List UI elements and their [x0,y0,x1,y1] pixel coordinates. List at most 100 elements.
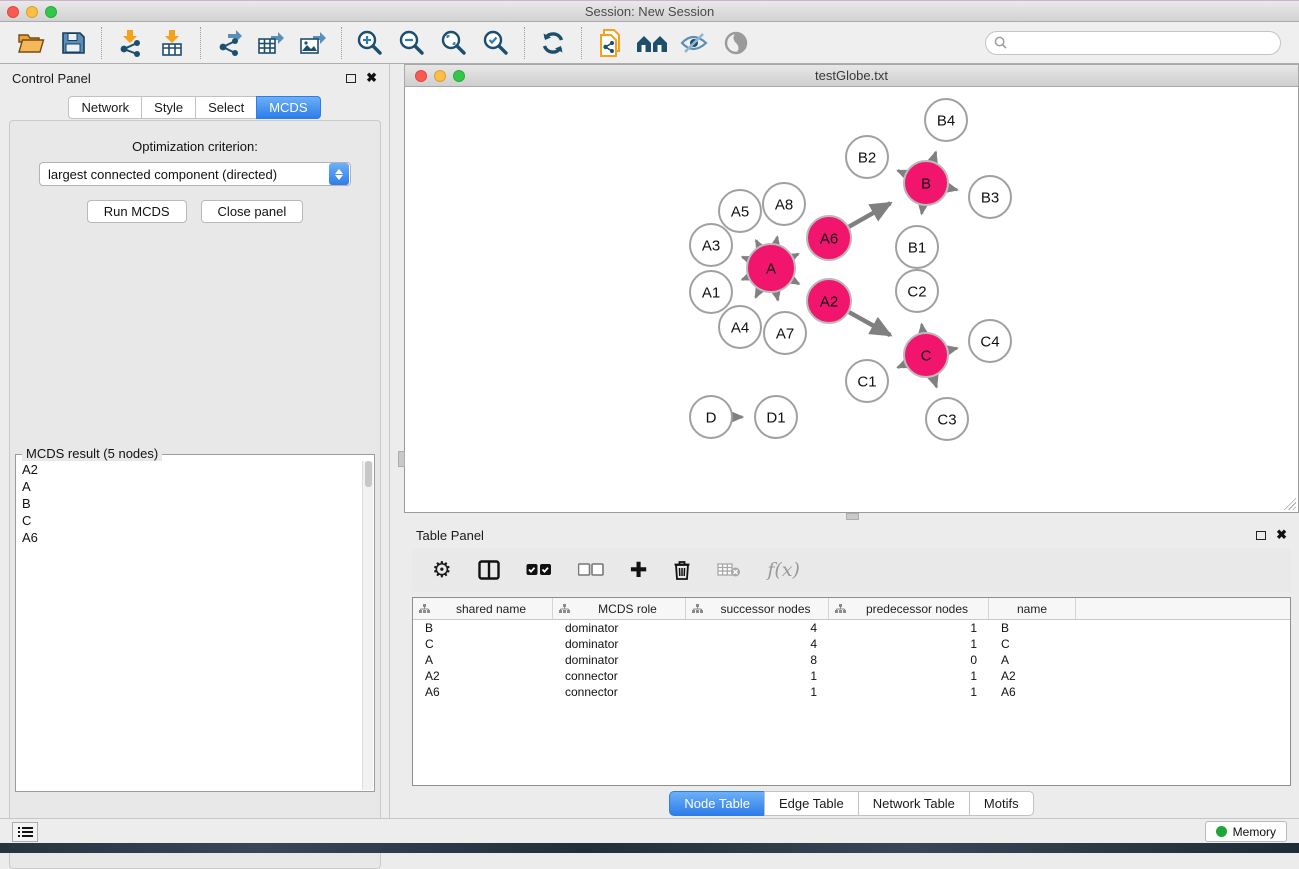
graph-node-C2[interactable]: C2 [896,270,938,312]
minimize-window-button[interactable] [26,6,38,18]
tab-network-table[interactable]: Network Table [858,791,969,816]
graph-edge-B-B3[interactable] [948,188,957,190]
import-network-icon[interactable] [109,26,151,60]
zoom-selected-icon[interactable] [475,26,517,60]
float-panel-icon[interactable] [346,74,356,83]
table-row[interactable]: A6connector11A6 [413,684,1290,700]
graph-node-B1[interactable]: B1 [896,226,938,268]
network-window-titlebar[interactable]: testGlobe.txt [404,64,1299,87]
table-row[interactable]: Cdominator41C [413,636,1290,652]
column-header-successor-nodes[interactable]: successor nodes [686,598,829,619]
criterion-select[interactable]: largest connected component (directed) [39,162,351,186]
graph-edge-A-A8[interactable] [776,237,777,244]
graph-node-C3[interactable]: C3 [926,398,968,440]
close-table-panel-icon[interactable]: ✖ [1276,530,1287,540]
graph-node-A3[interactable]: A3 [690,224,732,266]
graph-edge-C-C1[interactable] [898,364,905,367]
run-mcds-button[interactable]: Run MCDS [87,200,187,223]
show-columns-icon[interactable] [478,560,500,580]
hide-selected-icon[interactable] [673,26,715,60]
graph-edge-C-C3[interactable] [933,377,936,387]
float-table-panel-icon[interactable] [1256,531,1266,540]
table-row[interactable]: Bdominator41B [413,620,1290,636]
graph-node-A7[interactable]: A7 [764,312,806,354]
column-header-predecessor-nodes[interactable]: predecessor nodes [829,598,989,619]
network-minimize-button[interactable] [434,70,446,82]
show-graphics-details-icon[interactable] [715,26,757,60]
import-table-icon[interactable] [151,26,193,60]
result-item[interactable]: A6 [17,529,362,546]
graph-edge-A2-C[interactable] [849,312,890,335]
graph-edge-A-A7[interactable] [776,292,778,300]
column-header-MCDS-role[interactable]: MCDS role [553,598,686,619]
network-close-button[interactable] [415,70,427,82]
new-network-from-selection-icon[interactable] [589,26,631,60]
vertical-scroll-thumb[interactable] [398,451,405,467]
graph-edge-A6-B[interactable] [849,203,890,226]
select-all-icon[interactable] [526,563,552,577]
open-file-icon[interactable] [10,26,52,60]
close-panel-button[interactable]: Close panel [201,200,304,223]
result-scrollbar[interactable] [362,461,373,790]
graph-node-B[interactable]: B [904,161,948,205]
graph-edge-B-B4[interactable] [933,152,936,161]
memory-button[interactable]: Memory [1205,821,1287,842]
zoom-out-icon[interactable] [391,26,433,60]
network-zoom-button[interactable] [453,70,465,82]
graph-node-D1[interactable]: D1 [755,396,797,438]
graph-node-A1[interactable]: A1 [690,271,732,313]
delete-column-icon[interactable] [673,560,691,581]
column-header-shared-name[interactable]: shared name [413,598,553,619]
tab-mcds[interactable]: MCDS [256,96,320,119]
tab-style[interactable]: Style [141,96,195,119]
graph-edge-A-A2[interactable] [793,280,799,284]
add-column-icon[interactable]: ✚ [630,558,648,582]
graph-edge-A-A5[interactable] [756,241,759,247]
column-header-name[interactable]: name [989,598,1076,619]
zoom-fit-icon[interactable] [433,26,475,60]
graph-edge-B-B2[interactable] [898,171,905,174]
tab-network[interactable]: Network [68,96,141,119]
refresh-icon[interactable] [532,26,574,60]
graph-edge-A-A6[interactable] [793,254,798,257]
close-window-button[interactable] [7,6,19,18]
result-item[interactable]: B [17,495,362,512]
result-item[interactable]: A2 [17,461,362,478]
graph-node-A8[interactable]: A8 [763,183,805,225]
network-canvas[interactable]: B4B2BB3A5A8A6A3B1AA1A2C2A4A7C4CC1C3DD1 [404,87,1299,513]
graph-edge-A-A3[interactable] [742,257,747,259]
graph-edge-C-C4[interactable] [948,348,957,350]
tab-node-table[interactable]: Node Table [669,791,764,816]
task-history-button[interactable] [12,822,38,842]
graph-edge-A-A4[interactable] [756,290,760,297]
graph-node-B4[interactable]: B4 [925,99,967,141]
tab-motifs[interactable]: Motifs [969,791,1034,816]
result-item[interactable]: C [17,512,362,529]
zoom-in-icon[interactable] [349,26,391,60]
graph-node-C4[interactable]: C4 [969,320,1011,362]
graph-node-D[interactable]: D [690,396,732,438]
graph-node-A[interactable]: A [747,244,795,292]
graph-edge-B-B1[interactable] [922,206,923,214]
deselect-all-icon[interactable] [578,563,604,577]
table-settings-icon[interactable]: ⚙ [432,558,452,583]
export-image-icon[interactable] [292,26,334,60]
horizontal-scroll-thumb[interactable] [846,513,859,520]
graph-edge-C-C2[interactable] [922,324,923,332]
graph-node-A5[interactable]: A5 [719,190,761,232]
graph-node-C1[interactable]: C1 [846,360,888,402]
close-panel-icon[interactable]: ✖ [366,73,377,83]
graph-node-B3[interactable]: B3 [969,176,1011,218]
export-network-icon[interactable] [208,26,250,60]
tab-edge-table[interactable]: Edge Table [764,791,858,816]
table-row[interactable]: Adominator80A [413,652,1290,668]
graph-node-A2[interactable]: A2 [807,279,851,323]
graph-node-B2[interactable]: B2 [846,136,888,178]
first-neighbors-icon[interactable] [631,26,673,60]
graph-node-A4[interactable]: A4 [719,306,761,348]
graph-edge-A-A1[interactable] [742,277,748,279]
export-table-icon[interactable] [250,26,292,60]
save-session-icon[interactable] [52,26,94,60]
zoom-window-button[interactable] [45,6,57,18]
search-input[interactable] [1007,36,1272,50]
